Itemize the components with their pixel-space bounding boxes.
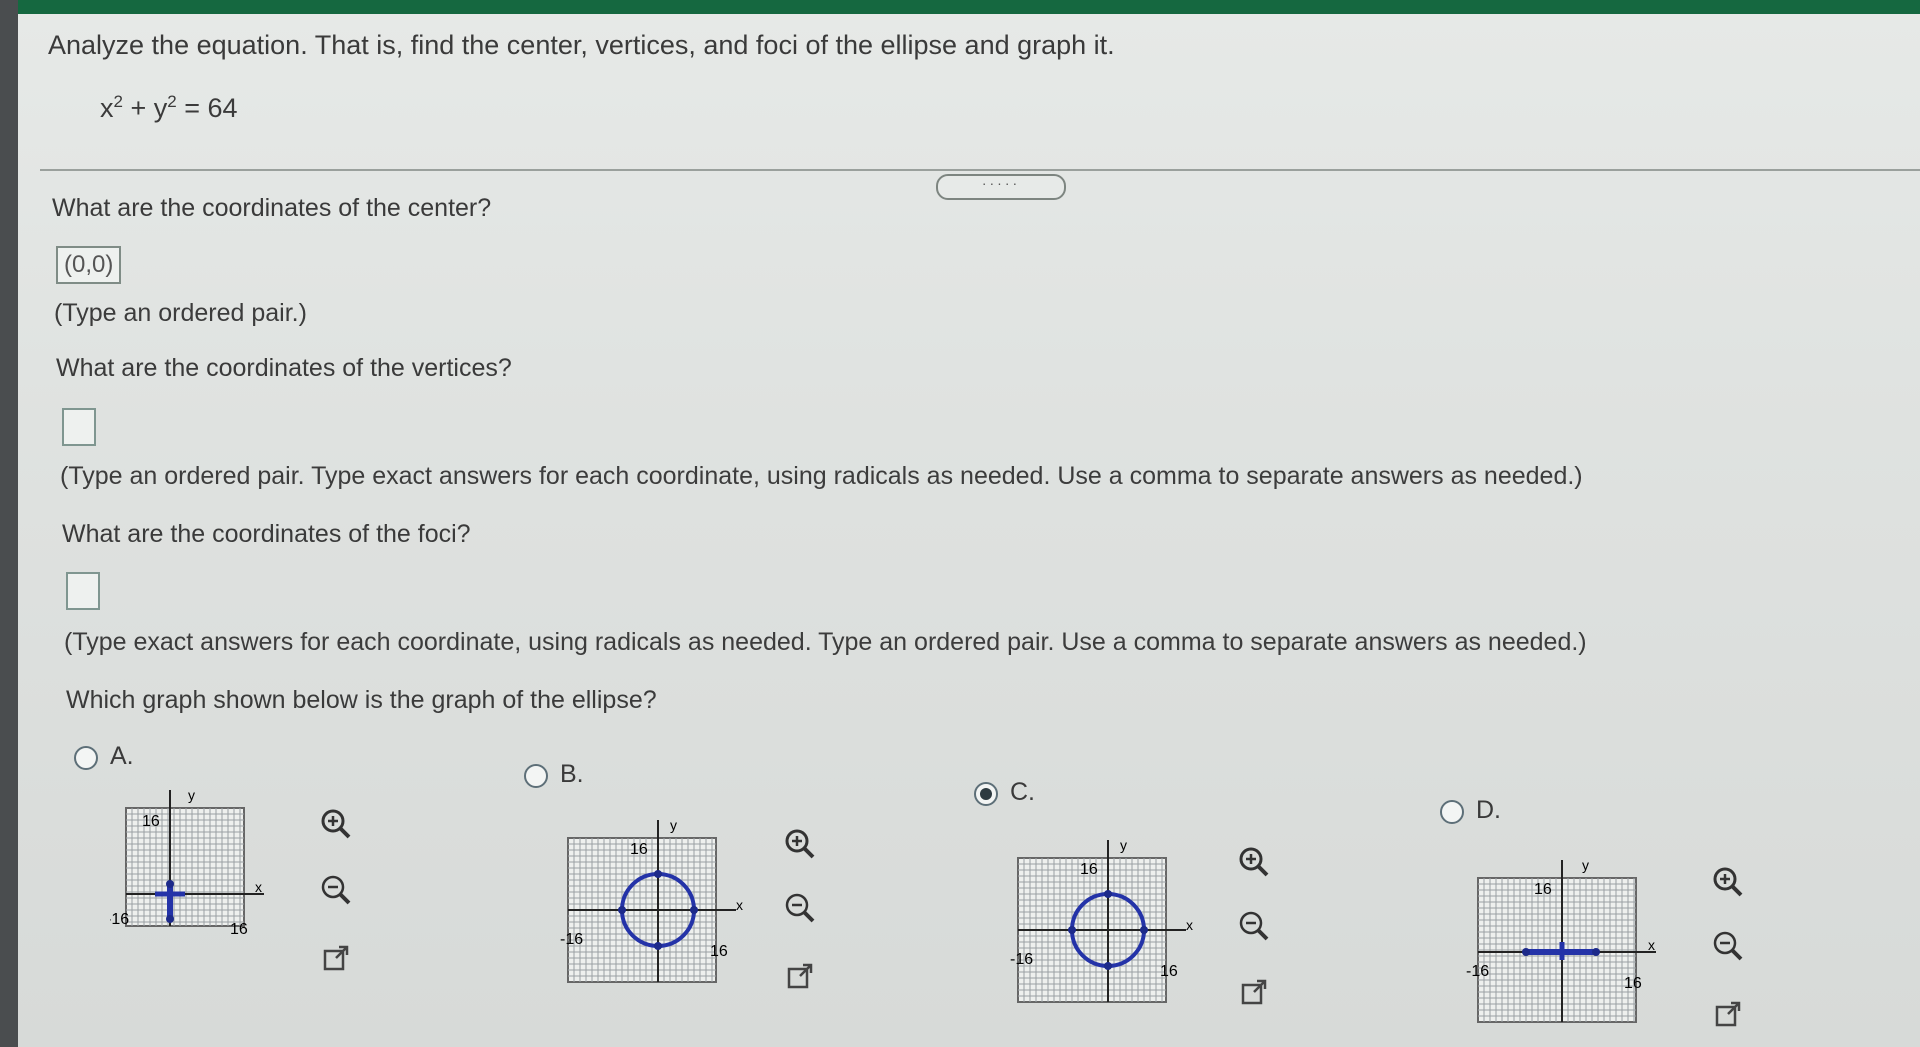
option-c-ytick: 16 (1080, 861, 1098, 878)
window-edge (0, 0, 18, 1047)
zoom-out-icon[interactable] (316, 870, 356, 910)
option-c-xtick-pos: 16 (1160, 963, 1178, 980)
option-d-ytick: 16 (1534, 881, 1552, 898)
foci-question: What are the coordinates of the foci? (62, 520, 471, 548)
equation-x-exponent: 2 (113, 92, 123, 111)
zoom-out-icon[interactable] (1708, 926, 1748, 966)
option-b-ytick: 16 (630, 841, 648, 858)
option-a-graph: 16 -16 16 x y (110, 784, 320, 984)
equation-rhs: = 64 (184, 93, 238, 123)
equation-x: x (100, 93, 114, 123)
option-c-radio[interactable] (974, 782, 998, 806)
graph-question: Which graph shown below is the graph of … (66, 686, 657, 714)
center-hint: (Type an ordered pair.) (54, 299, 307, 327)
vertices-question: What are the coordinates of the vertices… (56, 354, 512, 382)
zoom-in-icon[interactable] (1708, 862, 1748, 902)
option-b-radio[interactable] (524, 764, 548, 788)
option-b-graph: 16 -16 16 x y (558, 802, 778, 1012)
option-a-xtick-pos: 16 (230, 921, 248, 938)
option-a-ytick: 16 (142, 813, 160, 830)
question-prompt: Analyze the equation. That is, find the … (48, 30, 1115, 60)
option-c-xtick-neg: -16 (1010, 951, 1033, 968)
option-a-label: A. (110, 742, 134, 770)
option-a-radio[interactable] (74, 746, 98, 770)
option-c-graph: 16 -16 16 x y (1008, 822, 1228, 1032)
option-c-xaxis-label: x (1186, 917, 1193, 933)
external-link-icon[interactable] (316, 938, 356, 978)
center-question: What are the coordinates of the center? (52, 194, 492, 222)
top-bar (0, 0, 1920, 14)
question-panel: Analyze the equation. That is, find the … (18, 14, 1920, 1047)
zoom-in-icon[interactable] (316, 804, 356, 844)
foci-hint: (Type exact answers for each coordinate,… (64, 628, 1587, 656)
option-b-xtick-pos: 16 (710, 943, 728, 960)
option-d-xtick-pos: 16 (1624, 975, 1642, 992)
option-c-yaxis-label: y (1120, 837, 1127, 853)
equation: x2 + y2 = 64 (100, 92, 238, 124)
option-b-label: B. (560, 760, 584, 788)
option-d-graph: 16 -16 16 x y (1466, 842, 1696, 1042)
zoom-out-icon[interactable] (1234, 906, 1274, 946)
external-link-icon[interactable] (1234, 972, 1274, 1012)
vertices-hint: (Type an ordered pair. Type exact answer… (60, 462, 1583, 490)
option-b-xtick-neg: -16 (560, 931, 583, 948)
option-a-xaxis-label: x (255, 879, 262, 895)
external-link-icon[interactable] (780, 956, 820, 996)
zoom-in-icon[interactable] (1234, 842, 1274, 882)
foci-answer-field[interactable] (66, 572, 100, 610)
zoom-out-icon[interactable] (780, 888, 820, 928)
section-divider (40, 169, 1920, 171)
option-d-radio[interactable] (1440, 800, 1464, 824)
zoom-in-icon[interactable] (780, 824, 820, 864)
option-b-xaxis-label: x (736, 897, 743, 913)
option-d-label: D. (1476, 796, 1501, 824)
equation-y-exponent: 2 (167, 92, 177, 111)
expand-more-button[interactable]: ····· (936, 174, 1066, 200)
option-c-label: C. (1010, 778, 1035, 806)
equation-y: y (153, 93, 168, 123)
option-d-yaxis-label: y (1582, 857, 1589, 873)
equation-plus: + (130, 93, 147, 123)
option-a-xtick-neg: -16 (110, 911, 129, 928)
external-link-icon[interactable] (1708, 994, 1748, 1034)
option-d-xtick-neg: -16 (1466, 963, 1489, 980)
option-d-xaxis-label: x (1648, 937, 1655, 953)
center-answer-field[interactable]: (0,0) (56, 246, 122, 284)
option-b-yaxis-label: y (670, 817, 677, 833)
vertices-answer-field[interactable] (62, 408, 96, 446)
option-a-yaxis-label: y (188, 787, 195, 803)
